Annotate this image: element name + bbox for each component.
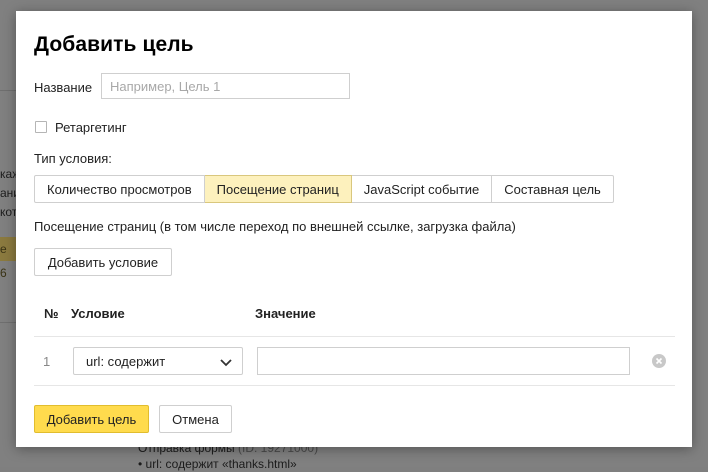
condition-type-selector: Количество просмотров Посещение страниц … [34,175,614,203]
dialog-title: Добавить цель [34,33,194,56]
condition-type-javascript-event[interactable]: JavaScript событие [351,175,493,203]
condition-operator-value: url: содержит [86,353,166,369]
table-divider [34,385,675,386]
background-goal-condition: • url: содержит «thanks.html» [138,457,297,471]
condition-description: Посещение страниц (в том числе переход п… [34,219,516,234]
column-header-value: Значение [255,306,316,321]
background-divider [0,90,16,91]
condition-value-input[interactable] [257,347,630,375]
row-number: 1 [43,354,51,369]
condition-type-page-visit[interactable]: Посещение страниц [204,175,352,203]
condition-type-label: Тип условия: [34,151,112,166]
background-divider [0,322,16,323]
condition-type-composite-goal[interactable]: Составная цель [492,175,614,203]
chevron-down-icon [219,356,233,367]
condition-operator-select[interactable]: url: содержит [73,347,243,375]
retargeting-label[interactable]: Ретаргетинг [55,120,127,135]
background-text-fragment: кот [0,205,18,219]
column-header-number: № [44,306,59,321]
cancel-button[interactable]: Отмена [159,405,232,433]
add-goal-button[interactable]: Добавить цель [34,405,149,433]
name-label: Название [34,80,93,95]
condition-type-pageviews[interactable]: Количество просмотров [34,175,205,203]
column-header-condition: Условие [71,306,125,321]
add-condition-button[interactable]: Добавить условие [34,248,172,276]
remove-condition-icon[interactable] [652,354,666,368]
retargeting-checkbox[interactable] [35,121,47,133]
table-divider [34,336,675,337]
add-goal-dialog: Добавить цель Название Ретаргетинг Тип у… [16,11,692,447]
goal-name-input[interactable] [101,73,350,99]
background-badge: е 6 [0,237,16,280]
